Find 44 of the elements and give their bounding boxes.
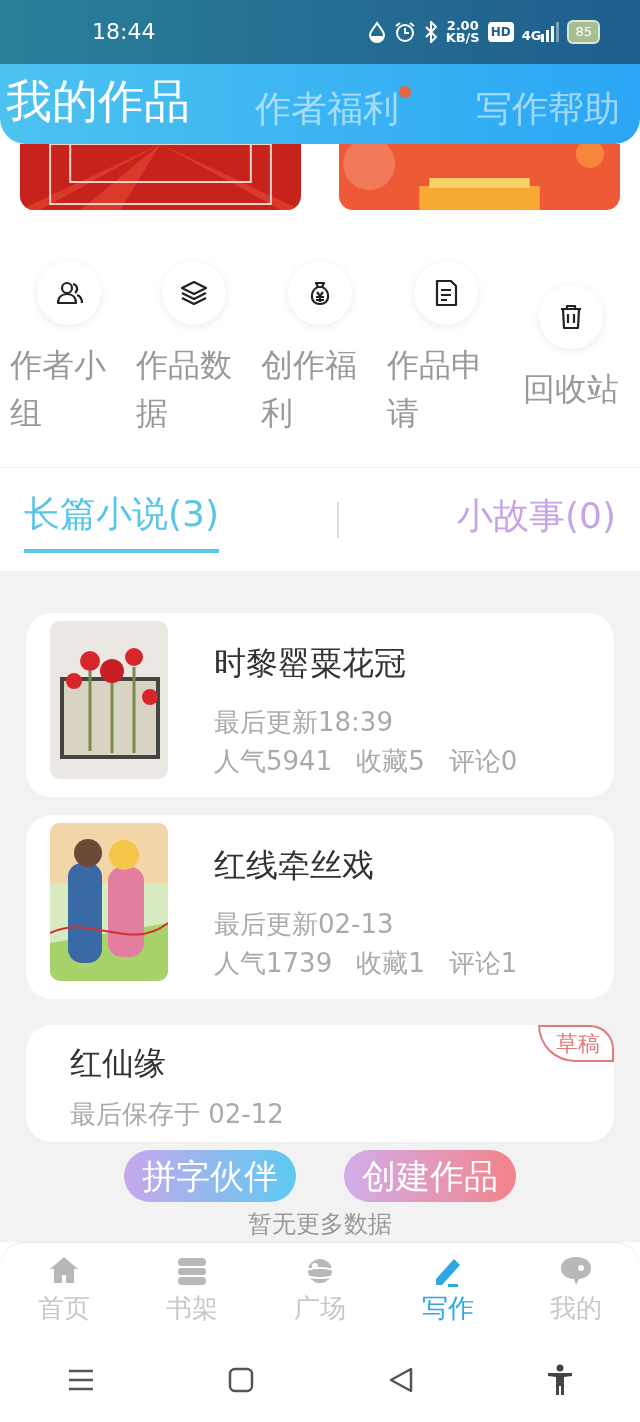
- shortcut-label[interactable]: 回收站: [519, 365, 624, 414]
- no-more-data-text: 暂无更多数据: [248, 1209, 392, 1238]
- accessibility-icon[interactable]: [547, 1364, 574, 1397]
- update-time: 最后更新18:39: [214, 705, 394, 739]
- work-title: 红仙缘: [70, 1042, 167, 1084]
- work-stat: 评论0: [448, 744, 518, 778]
- header-tab[interactable]: 作者福利: [255, 81, 399, 136]
- header-tab[interactable]: 写作帮助: [476, 81, 620, 136]
- create-button[interactable]: 创建作品: [344, 1149, 516, 1202]
- work-card[interactable]: 时黎罂粟花冠 最后更新18:39 人气5941 收藏5 评论0: [26, 612, 614, 797]
- speed-unit: KB/S: [445, 31, 480, 44]
- menu-icon[interactable]: [66, 1368, 95, 1393]
- work-title: 红线牵丝戏: [214, 844, 375, 886]
- shortcut-label[interactable]: 作品数据: [131, 341, 258, 438]
- network-speed: 2.00: [445, 19, 480, 32]
- work-stat: 人气1739: [214, 946, 333, 980]
- hd-badge: HD: [487, 21, 514, 42]
- work-stat: 收藏5: [356, 744, 425, 778]
- back-icon[interactable]: [387, 1367, 414, 1394]
- alarm-icon: [393, 20, 416, 43]
- update-time: 最后更新02-13: [214, 907, 395, 941]
- nav-tab[interactable]: 写作: [384, 1247, 512, 1335]
- network-type: 4G: [521, 29, 542, 42]
- work-stat: 人气5941: [214, 744, 333, 778]
- work-stat: 评论1: [448, 946, 518, 980]
- clock-time: 18:44: [92, 18, 156, 47]
- water-drop-icon: [367, 20, 386, 43]
- save-time: 最后保存于 02-12: [70, 1097, 285, 1131]
- category-tab[interactable]: 长篇小说(3): [24, 486, 219, 553]
- partner-button[interactable]: 拼字伙伴: [124, 1149, 296, 1202]
- battery-level: 85: [567, 20, 600, 44]
- shortcut-label[interactable]: 创作福利: [257, 341, 383, 438]
- home-button-icon[interactable]: [228, 1367, 255, 1394]
- shortcut-label[interactable]: 作者小组: [6, 341, 132, 438]
- signal-icon: [541, 21, 560, 42]
- category-tab[interactable]: 小故事(0): [457, 488, 616, 551]
- draft-tag: 草稿: [538, 1024, 614, 1062]
- draft-card[interactable]: 草稿 红仙缘 最后保存于 02-12: [26, 1024, 614, 1142]
- work-card[interactable]: 红线牵丝戏 最后更新02-13 人气1739 收藏1 评论1: [26, 814, 614, 999]
- header-tab[interactable]: 我的作品: [6, 66, 190, 136]
- bluetooth-icon: [423, 20, 438, 43]
- shortcut-label[interactable]: 作品申请: [382, 341, 509, 438]
- work-stat: 收藏1: [356, 946, 425, 980]
- work-title: 时黎罂粟花冠: [214, 642, 407, 684]
